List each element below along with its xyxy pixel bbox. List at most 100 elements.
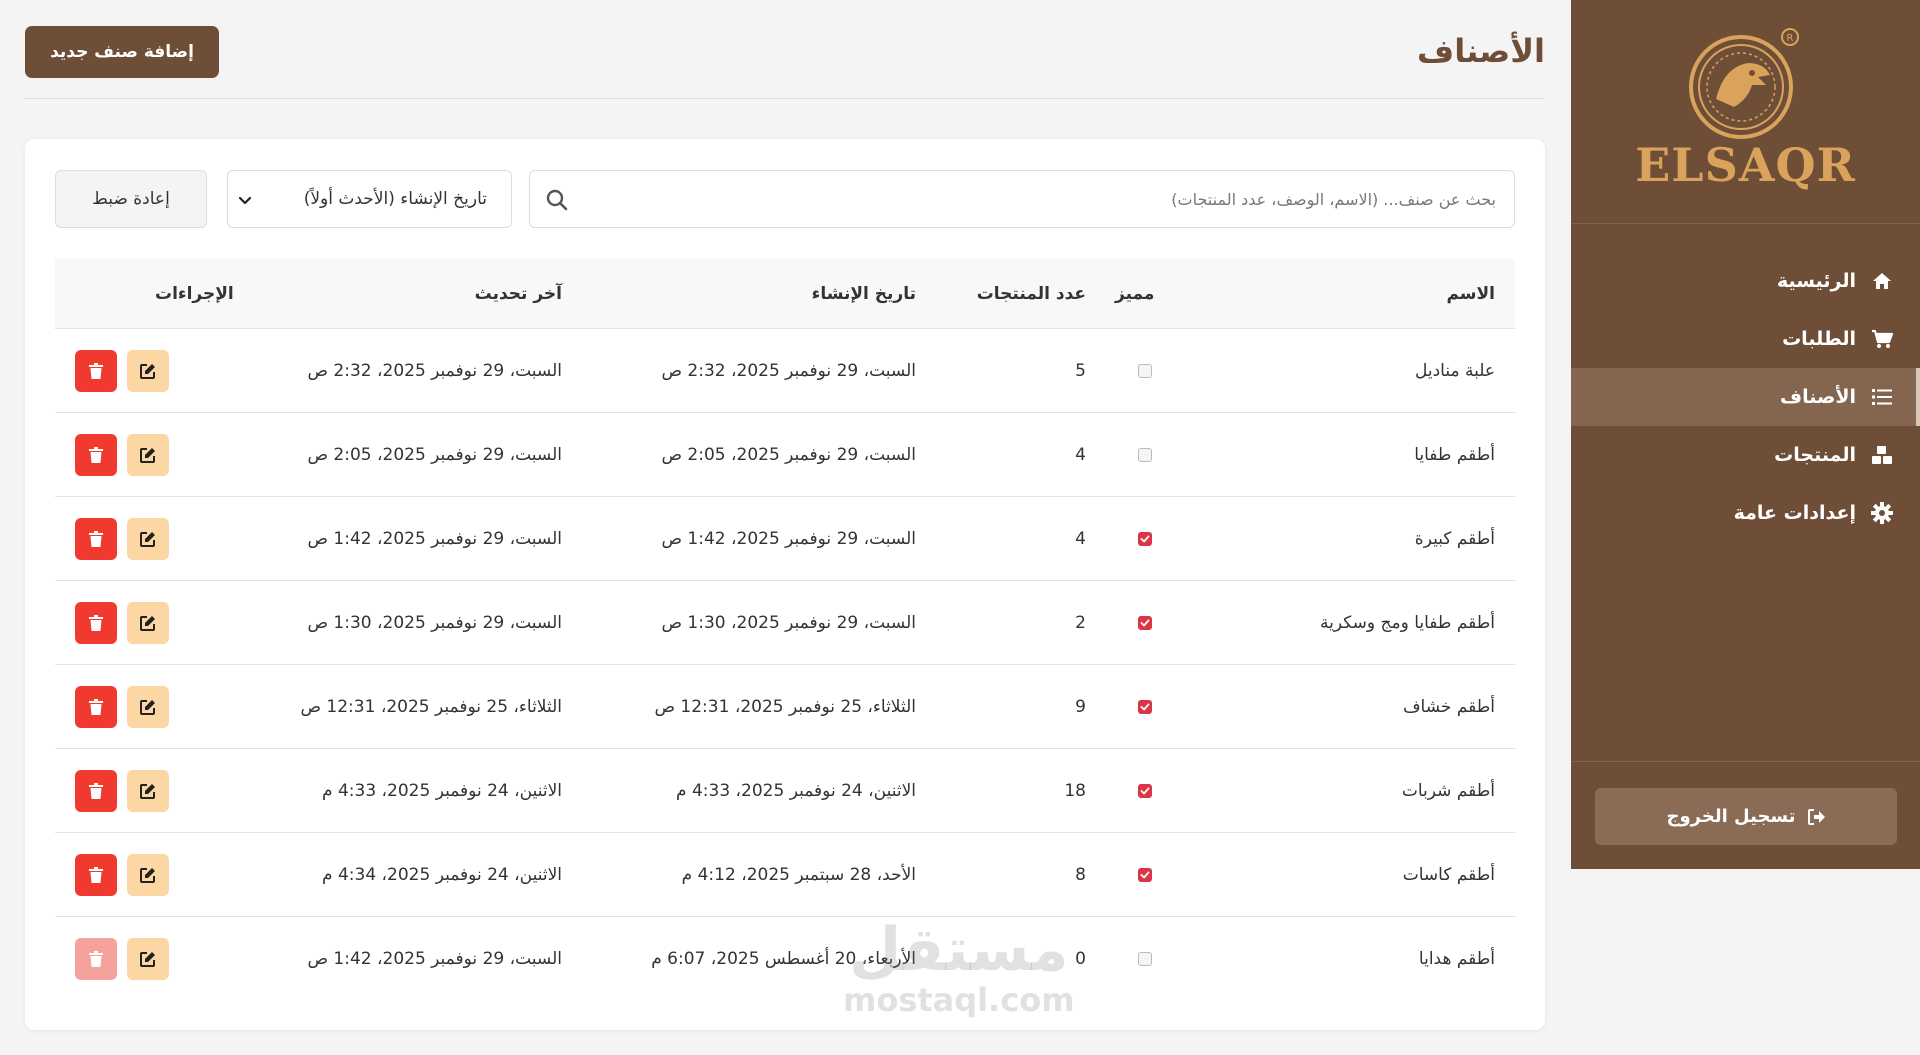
- edit-icon: [140, 699, 155, 715]
- delete-button[interactable]: [75, 938, 117, 980]
- row-created: السبت، 29 نوفمبر 2025، 1:42 ص: [661, 528, 916, 549]
- row-featured: [1132, 329, 1158, 412]
- row-name: أطقم خشاف: [1402, 696, 1495, 717]
- col-header-created[interactable]: تاريخ الإنشاء: [812, 259, 916, 328]
- col-header-count[interactable]: عدد المنتجات: [977, 259, 1086, 328]
- edit-button[interactable]: [127, 349, 169, 392]
- table-row[interactable]: أطقم طفايا ومج وسكرية 2 السبت، 29 نوفمبر…: [55, 581, 1515, 665]
- sidebar: R ELSAQR الرئيسية الطلبات الأصناف المنتج…: [1571, 0, 1920, 869]
- delete-button[interactable]: [75, 769, 117, 812]
- row-updated: السبت، 29 نوفمبر 2025، 1:30 ص: [307, 612, 562, 633]
- brand-logo[interactable]: R ELSAQR: [1571, 0, 1920, 224]
- row-count: 4: [1075, 444, 1086, 465]
- row-updated: الاثنين، 24 نوفمبر 2025، 4:33 م: [322, 780, 562, 801]
- edit-button[interactable]: [127, 853, 169, 896]
- col-header-featured[interactable]: مميز: [1115, 259, 1154, 328]
- row-updated: الاثنين، 24 نوفمبر 2025، 4:34 م: [322, 864, 562, 885]
- row-created: السبت، 29 نوفمبر 2025، 1:30 ص: [661, 612, 916, 633]
- edit-button[interactable]: [127, 769, 169, 812]
- sidebar-item-label: الطلبات: [1782, 328, 1856, 350]
- table-row[interactable]: أطقم كبيرة 4 السبت، 29 نوفمبر 2025، 1:42…: [55, 497, 1515, 581]
- edit-icon: [140, 363, 155, 379]
- featured-checkbox[interactable]: [1138, 363, 1152, 378]
- sidebar-item-categories[interactable]: الأصناف: [1571, 368, 1920, 426]
- table-row[interactable]: أطقم طفايا 4 السبت، 29 نوفمبر 2025، 2:05…: [55, 413, 1515, 497]
- row-created: السبت، 29 نوفمبر 2025، 2:05 ص: [661, 444, 916, 465]
- row-name: أطقم كبيرة: [1414, 528, 1495, 549]
- row-count: 0: [1075, 949, 1086, 969]
- edit-button[interactable]: [127, 601, 169, 644]
- delete-button[interactable]: [75, 685, 117, 728]
- sort-selected-value: تاريخ الإنشاء (الأحدث أولاً): [303, 189, 487, 209]
- delete-button[interactable]: [75, 853, 117, 896]
- delete-button[interactable]: [75, 349, 117, 392]
- sidebar-footer: تسجيل الخروج: [1571, 761, 1920, 869]
- cart-icon: [1870, 327, 1894, 351]
- sidebar-item-label: المنتجات: [1774, 444, 1856, 466]
- row-name: أطقم شربات: [1401, 780, 1495, 801]
- row-updated: السبت، 29 نوفمبر 2025، 2:32 ص: [307, 360, 562, 381]
- sidebar-item-label: إعدادات عامة: [1733, 502, 1856, 524]
- logout-icon: [1807, 805, 1826, 829]
- edit-icon: [140, 447, 155, 463]
- sidebar-item-home[interactable]: الرئيسية: [1571, 252, 1920, 310]
- featured-checkbox[interactable]: [1138, 952, 1152, 966]
- categories-table: الاسم مميز عدد المنتجات تاريخ الإنشاء آخ…: [55, 259, 1515, 1001]
- row-actions: [75, 917, 169, 1001]
- edit-button[interactable]: [127, 433, 169, 476]
- add-category-button[interactable]: إضافة صنف جديد: [25, 26, 219, 78]
- edit-icon: [140, 867, 155, 883]
- trash-icon: [89, 951, 103, 967]
- eagle-logo-icon: R: [1689, 28, 1799, 139]
- categories-card: تاريخ الإنشاء (الأحدث أولاً) إعادة ضبط ا…: [25, 139, 1545, 1030]
- delete-button[interactable]: [75, 601, 117, 644]
- delete-button[interactable]: [75, 517, 117, 560]
- row-updated: السبت، 29 نوفمبر 2025، 1:42 ص: [307, 949, 562, 969]
- search-icon[interactable]: [546, 189, 568, 211]
- row-created: السبت، 29 نوفمبر 2025، 2:32 ص: [661, 360, 916, 381]
- table-row[interactable]: أطقم كاسات 8 الأحد، 28 سبتمبر 2025، 4:12…: [55, 833, 1515, 917]
- search-input[interactable]: [578, 171, 1514, 227]
- featured-checkbox[interactable]: [1138, 867, 1152, 882]
- row-actions: [75, 833, 169, 916]
- featured-checkbox[interactable]: [1138, 699, 1152, 714]
- reset-button[interactable]: إعادة ضبط: [55, 170, 207, 228]
- row-count: 5: [1075, 360, 1086, 381]
- row-count: 8: [1075, 864, 1086, 885]
- edit-button[interactable]: [127, 938, 169, 980]
- col-header-updated[interactable]: آخر تحديث: [475, 259, 562, 328]
- edit-icon: [140, 615, 155, 631]
- sidebar-item-orders[interactable]: الطلبات: [1571, 310, 1920, 368]
- sort-select[interactable]: تاريخ الإنشاء (الأحدث أولاً): [227, 170, 512, 228]
- table-row[interactable]: علبة مناديل 5 السبت، 29 نوفمبر 2025، 2:3…: [55, 329, 1515, 413]
- featured-checkbox[interactable]: [1138, 615, 1152, 630]
- featured-checkbox[interactable]: [1138, 783, 1152, 798]
- logout-button[interactable]: تسجيل الخروج: [1595, 788, 1897, 845]
- table-row[interactable]: أطقم شربات 18 الاثنين، 24 نوفمبر 2025، 4…: [55, 749, 1515, 833]
- row-featured: [1132, 413, 1158, 496]
- sidebar-item-settings[interactable]: إعدادات عامة: [1571, 484, 1920, 542]
- trash-icon: [89, 446, 103, 463]
- row-featured: [1132, 665, 1158, 748]
- row-count: 18: [1064, 780, 1086, 801]
- row-actions: [75, 497, 169, 580]
- edit-button[interactable]: [127, 685, 169, 728]
- col-header-name[interactable]: الاسم: [1446, 259, 1495, 328]
- table-body: علبة مناديل 5 السبت، 29 نوفمبر 2025، 2:3…: [55, 329, 1515, 1001]
- table-row[interactable]: أطقم خشاف 9 الثلاثاء، 25 نوفمبر 2025، 12…: [55, 665, 1515, 749]
- row-name: أطقم طفايا ومج وسكرية: [1320, 612, 1495, 633]
- row-name: أطقم طفايا: [1414, 444, 1495, 465]
- table-row[interactable]: أطقم هدايا 0 الأربعاء، 20 أغسطس 2025، 6:…: [55, 917, 1515, 1001]
- featured-checkbox[interactable]: [1138, 531, 1152, 546]
- main-content: الأصناف إضافة صنف جديد تاريخ الإنشاء (ال…: [24, 0, 1545, 1030]
- delete-button[interactable]: [75, 433, 117, 476]
- sidebar-item-products[interactable]: المنتجات: [1571, 426, 1920, 484]
- row-count: 2: [1075, 612, 1086, 633]
- row-featured: [1132, 581, 1158, 664]
- trash-icon: [89, 530, 103, 547]
- featured-checkbox[interactable]: [1138, 447, 1152, 462]
- edit-button[interactable]: [127, 517, 169, 560]
- watermark-logo-text: مستقل: [849, 915, 1069, 985]
- list-icon: [1870, 385, 1894, 409]
- gear-icon: [1870, 501, 1894, 525]
